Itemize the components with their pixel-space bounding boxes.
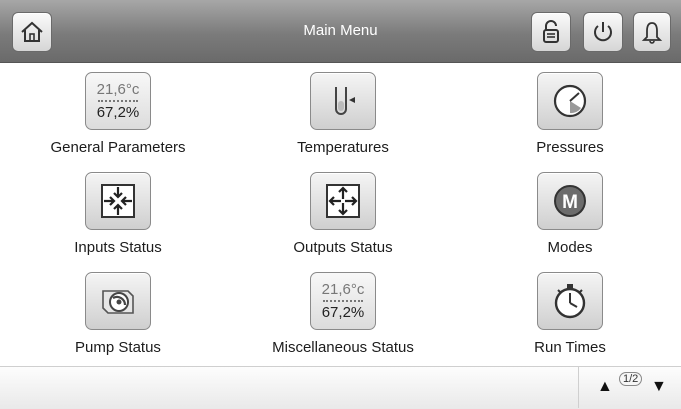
menu-label: Pump Status: [75, 339, 161, 356]
pager: ▲ 1/2 ▼: [578, 366, 681, 408]
outputs-status-tile[interactable]: [310, 172, 376, 230]
thermometer-icon: [335, 87, 355, 115]
menu-item-general-parameters[interactable]: 21,6°c 67,2% General Parameters: [18, 72, 218, 156]
header-bar: Main Menu: [0, 0, 681, 63]
svg-text:M: M: [562, 192, 578, 213]
menu-label: Miscellaneous Status: [272, 339, 414, 356]
page-title: Main Menu: [303, 22, 378, 39]
divider: [323, 300, 363, 302]
pump-status-tile[interactable]: [85, 272, 151, 330]
inputs-status-tile[interactable]: [85, 172, 151, 230]
alarm-button[interactable]: [633, 12, 671, 52]
run-times-tile[interactable]: [537, 272, 603, 330]
inputs-arrows-icon: [101, 184, 135, 218]
general-parameters-tile[interactable]: 21,6°c 67,2%: [85, 72, 151, 130]
menu-item-pressures[interactable]: Pressures: [470, 72, 670, 156]
pump-icon: [102, 290, 134, 314]
unlock-button[interactable]: [531, 12, 571, 52]
humidity-value: 67,2%: [321, 304, 365, 321]
power-button[interactable]: [583, 12, 623, 52]
menu-item-inputs-status[interactable]: Inputs Status: [18, 172, 218, 256]
stopwatch-icon: [554, 284, 586, 319]
arrow-down-icon[interactable]: ▼: [651, 378, 667, 396]
outputs-arrows-icon: [326, 184, 360, 218]
menu-item-miscellaneous-status[interactable]: 21,6°c 67,2% Miscellaneous Status: [243, 272, 443, 356]
menu-label: Modes: [547, 239, 593, 256]
temperatures-tile[interactable]: [310, 72, 376, 130]
pressures-tile[interactable]: [537, 72, 603, 130]
menu-item-modes[interactable]: M Modes: [470, 172, 670, 256]
menu-label: Inputs Status: [74, 239, 162, 256]
modes-tile[interactable]: M: [537, 172, 603, 230]
gauge-icon: [553, 84, 587, 118]
menu-label: General Parameters: [50, 139, 186, 156]
modes-m-icon: M: [554, 185, 586, 217]
divider: [98, 100, 138, 102]
menu-item-temperatures[interactable]: Temperatures: [243, 72, 443, 156]
unlock-icon: [543, 20, 559, 43]
menu-item-outputs-status[interactable]: Outputs Status: [243, 172, 443, 256]
menu-label: Temperatures: [297, 139, 389, 156]
menu-item-run-times[interactable]: Run Times: [470, 272, 670, 356]
menu-label: Run Times: [534, 339, 606, 356]
humidity-value: 67,2%: [96, 104, 140, 121]
miscellaneous-status-tile[interactable]: 21,6°c 67,2%: [310, 272, 376, 330]
arrow-up-icon[interactable]: ▲: [597, 378, 613, 396]
menu-item-pump-status[interactable]: Pump Status: [18, 272, 218, 356]
power-icon: [594, 22, 612, 42]
temperature-value: 21,6°c: [96, 81, 140, 98]
temperature-value: 21,6°c: [321, 281, 365, 298]
menu-label: Pressures: [536, 139, 604, 156]
bell-icon: [641, 22, 663, 44]
menu-label: Outputs Status: [293, 239, 393, 256]
page-indicator: 1/2: [619, 372, 643, 386]
